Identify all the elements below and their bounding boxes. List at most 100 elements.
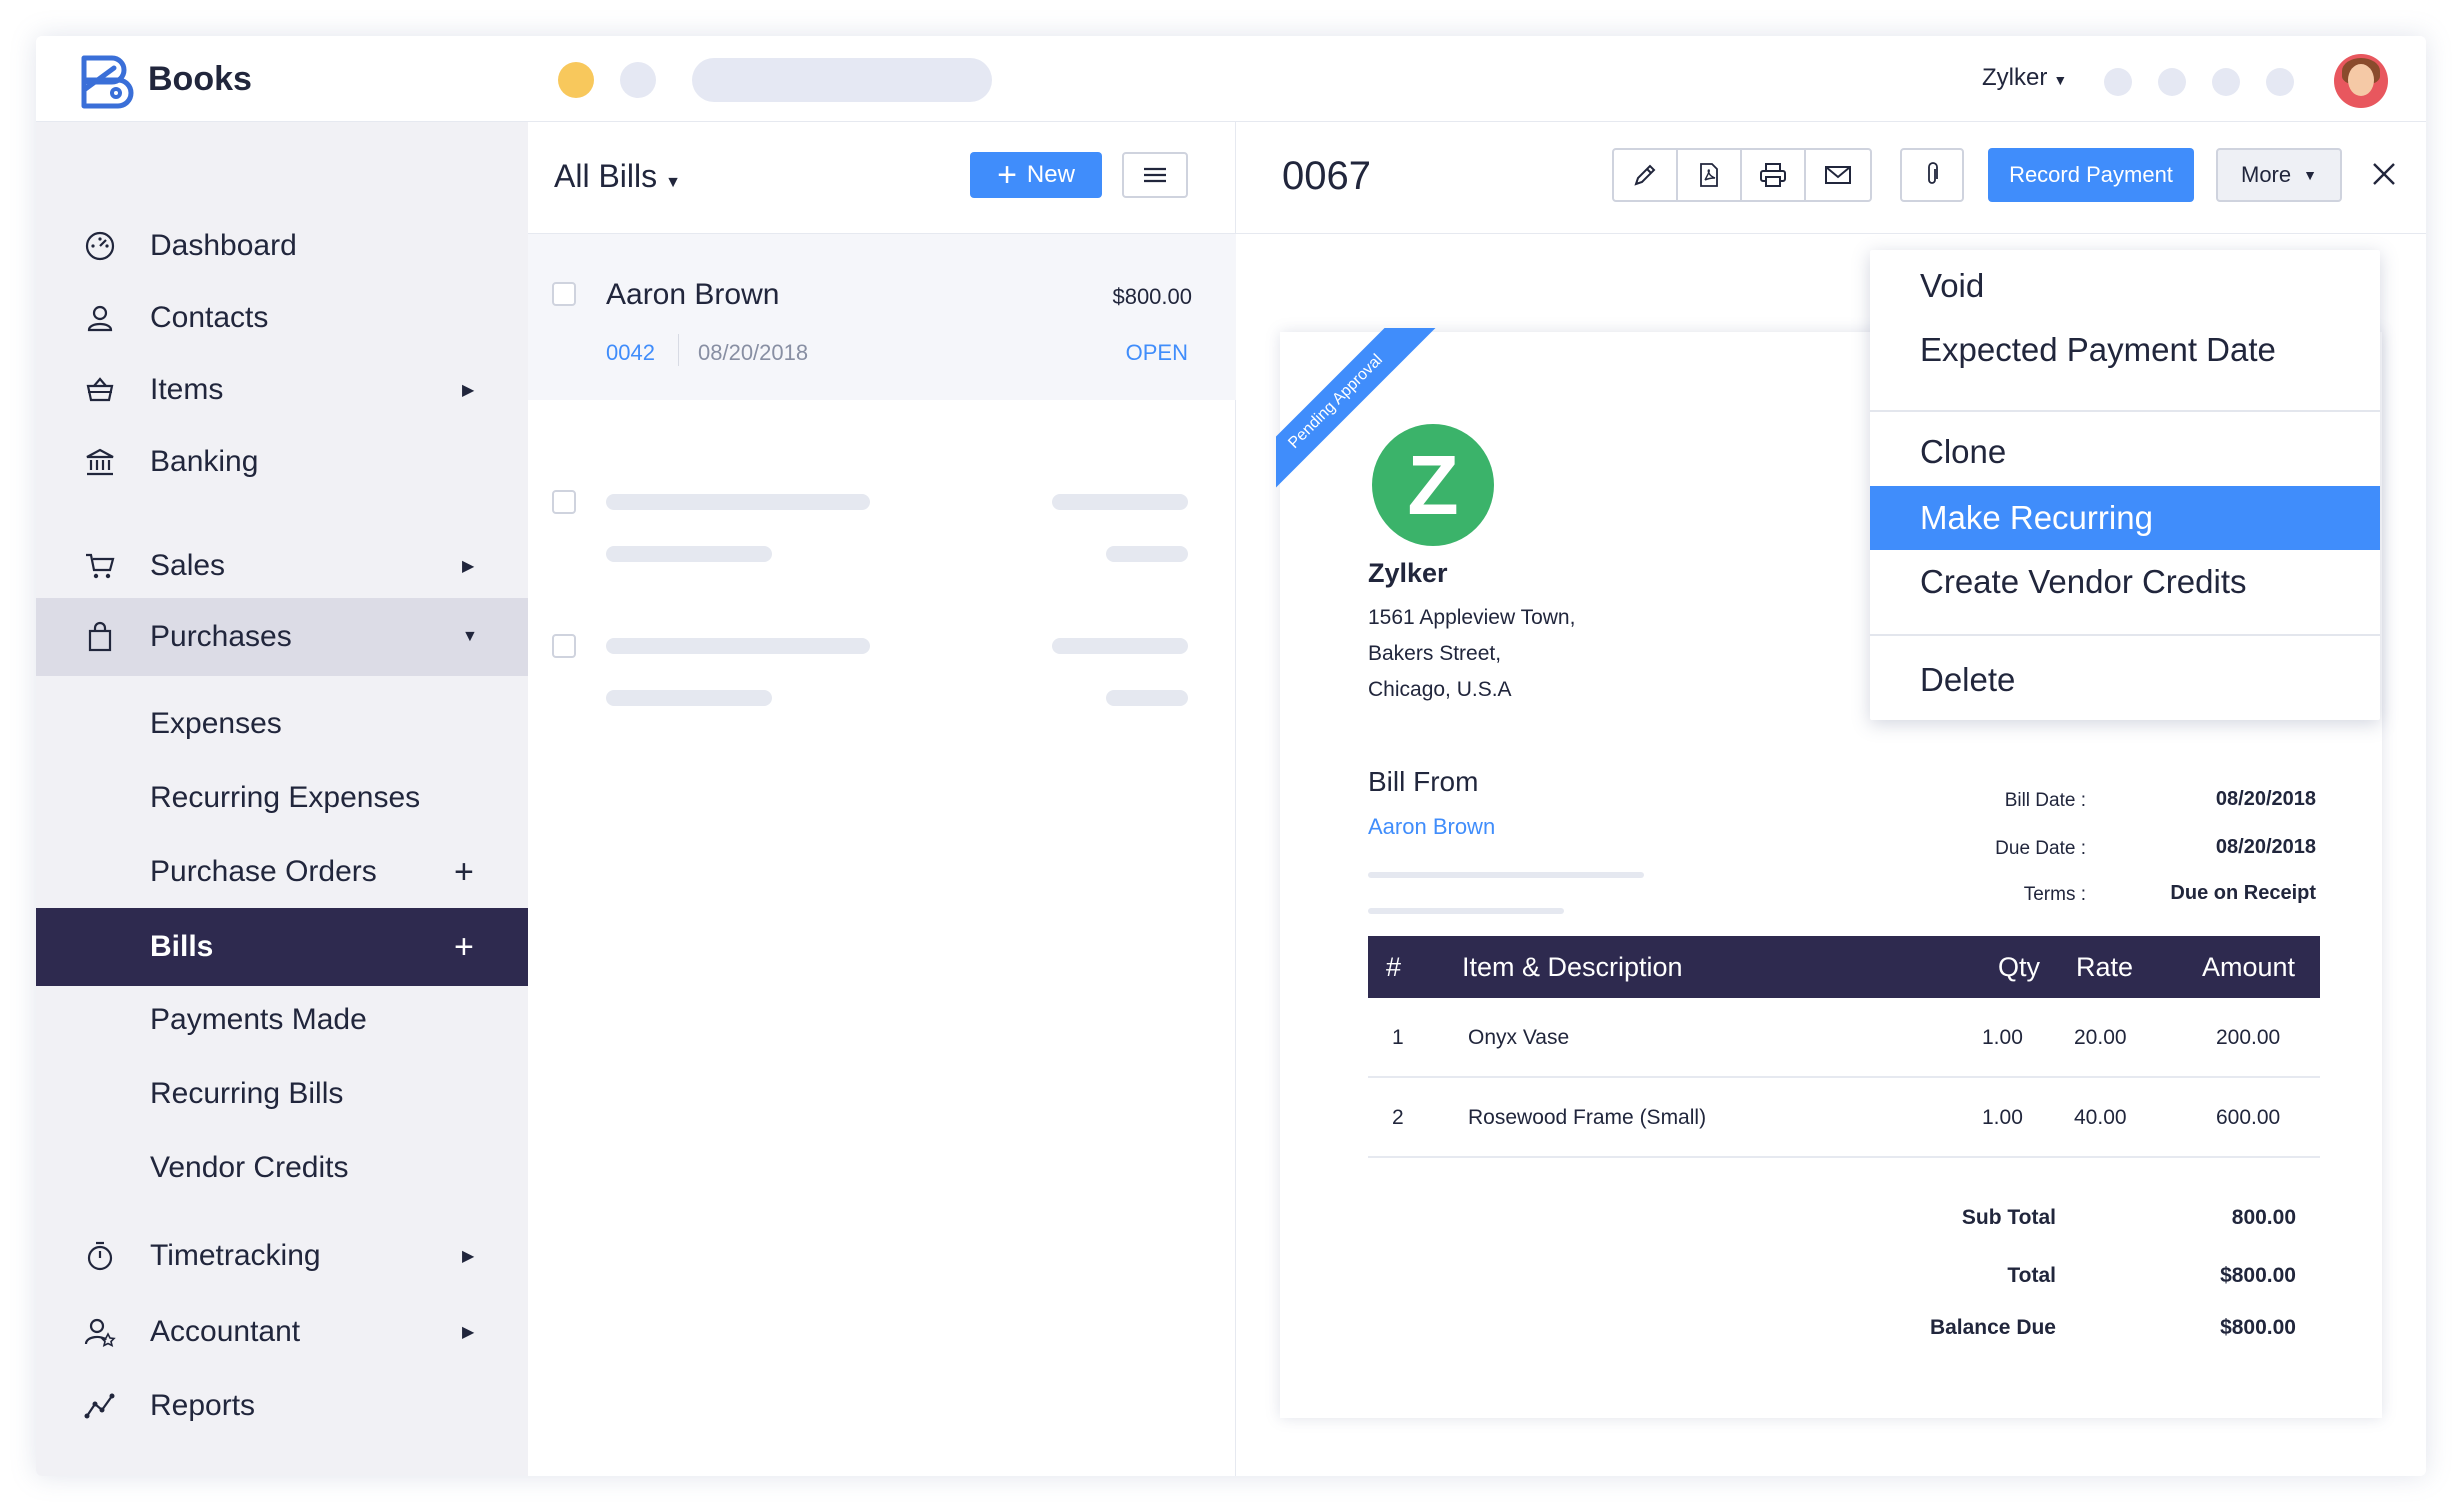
chevron-right-icon: ▶ bbox=[462, 382, 475, 399]
new-bill-button[interactable]: + New bbox=[970, 152, 1102, 198]
sidebar-item-timetracking[interactable]: Timetracking ▶ bbox=[36, 1220, 528, 1292]
sidebar-item-label: Reports bbox=[150, 1389, 256, 1422]
company-logo: Z bbox=[1372, 424, 1494, 546]
list-header: All Bills ▼ + New bbox=[528, 122, 1236, 234]
skeleton-line bbox=[1052, 638, 1188, 654]
subtotal-label: Sub Total bbox=[1961, 1206, 2056, 1229]
bill-from-vendor-link[interactable]: Aaron Brown bbox=[1368, 814, 1495, 840]
status-dot bbox=[558, 62, 594, 98]
menu-item-create-vendor-credits[interactable]: Create Vendor Credits bbox=[1870, 550, 2380, 614]
sidebar-item-label: Items bbox=[150, 373, 224, 406]
skeleton-line bbox=[606, 546, 772, 562]
sidebar-item-contacts[interactable]: Contacts bbox=[36, 282, 528, 354]
bill-date-value: 08/20/2018 bbox=[2215, 788, 2316, 810]
add-purchase-order-icon[interactable]: + bbox=[454, 853, 474, 892]
accountant-icon bbox=[82, 1314, 118, 1350]
balance-due-label: Balance Due bbox=[1929, 1316, 2056, 1339]
sidebar-item-reports[interactable]: Reports bbox=[36, 1370, 528, 1442]
chevron-right-icon: ▶ bbox=[462, 1248, 475, 1265]
sidebar-item-label: Banking bbox=[150, 445, 259, 478]
balance-due-value: $800.00 bbox=[2220, 1316, 2296, 1339]
row-rate: 40.00 bbox=[2074, 1106, 2127, 1129]
caret-down-icon: ▼ bbox=[2303, 167, 2317, 183]
sidebar-item-label: Dashboard bbox=[150, 229, 297, 262]
sidebar-item-banking[interactable]: Banking bbox=[36, 426, 528, 498]
topbar-icon-placeholder[interactable] bbox=[2158, 68, 2186, 96]
row-item: Onyx Vase bbox=[1468, 1026, 1570, 1049]
sidebar-item-label: Contacts bbox=[150, 301, 269, 334]
print-button[interactable] bbox=[1742, 150, 1806, 200]
items-table-header: # Item & Description Qty Rate Amount bbox=[1368, 936, 2320, 998]
detail-header: 0067 Record Payment More ▼ bbox=[1236, 122, 2426, 234]
menu-item-clone[interactable]: Clone bbox=[1870, 420, 2380, 484]
row-qty: 1.00 bbox=[1982, 1026, 2023, 1049]
menu-item-delete[interactable]: Delete bbox=[1870, 648, 2380, 712]
sidebar-item-items[interactable]: Items ▶ bbox=[36, 354, 528, 426]
row-num: 1 bbox=[1392, 1026, 1404, 1049]
sidebar-item-recurring-expenses[interactable]: Recurring Expenses bbox=[36, 762, 528, 834]
sidebar-item-sales[interactable]: Sales ▶ bbox=[36, 530, 528, 602]
chart-line-icon bbox=[82, 1388, 118, 1424]
edit-button[interactable] bbox=[1614, 150, 1678, 200]
attachment-button[interactable] bbox=[1900, 148, 1964, 202]
subtotal-value: 800.00 bbox=[2231, 1206, 2296, 1229]
status-dot bbox=[620, 62, 656, 98]
sidebar-item-label: Bills bbox=[150, 930, 214, 963]
books-logo-icon[interactable] bbox=[74, 50, 138, 114]
org-name: Zylker bbox=[1982, 64, 2048, 91]
add-bill-icon[interactable]: + bbox=[454, 928, 474, 967]
plus-icon: + bbox=[997, 156, 1017, 194]
list-menu-button[interactable] bbox=[1122, 152, 1188, 198]
bill-list-row[interactable]: Aaron Brown $800.00 0042 08/20/2018 OPEN bbox=[528, 234, 1236, 400]
skeleton-line bbox=[1052, 494, 1188, 510]
sidebar-item-label: Accountant bbox=[150, 1315, 301, 1348]
sidebar-item-expenses[interactable]: Expenses bbox=[36, 688, 528, 760]
chevron-right-icon: ▶ bbox=[462, 1324, 475, 1341]
sidebar-item-payments-made[interactable]: Payments Made bbox=[36, 984, 528, 1056]
search-bar[interactable] bbox=[692, 58, 992, 102]
app-name: Books bbox=[148, 60, 252, 98]
record-payment-button[interactable]: Record Payment bbox=[1988, 148, 2194, 202]
due-date-label: Due Date : bbox=[1995, 838, 2086, 859]
row-amount: 200.00 bbox=[2216, 1026, 2281, 1049]
topbar-icon-placeholder[interactable] bbox=[2212, 68, 2240, 96]
bill-view-filter[interactable]: All Bills ▼ bbox=[554, 158, 681, 195]
pdf-icon bbox=[1700, 163, 1718, 187]
sidebar-item-vendor-credits[interactable]: Vendor Credits bbox=[36, 1132, 528, 1204]
action-toolbar bbox=[1612, 148, 1872, 202]
sidebar-item-purchases[interactable]: Purchases ▼ bbox=[36, 598, 528, 676]
sidebar-item-accountant[interactable]: Accountant ▶ bbox=[36, 1296, 528, 1368]
more-button[interactable]: More ▼ bbox=[2216, 148, 2342, 202]
sidebar-item-label: Timetracking bbox=[150, 1239, 321, 1272]
topbar-icon-placeholder[interactable] bbox=[2104, 68, 2132, 96]
pdf-button[interactable] bbox=[1678, 150, 1742, 200]
menu-divider bbox=[1870, 410, 2380, 412]
bank-icon bbox=[82, 444, 118, 480]
row-checkbox[interactable] bbox=[552, 490, 576, 514]
printer-icon bbox=[1760, 163, 1786, 187]
sidebar-item-dashboard[interactable]: Dashboard bbox=[36, 210, 528, 282]
new-label: New bbox=[1026, 161, 1075, 188]
row-checkbox[interactable] bbox=[552, 634, 576, 658]
sidebar-item-purchase-orders[interactable]: Purchase Orders + bbox=[36, 836, 528, 908]
skeleton-line bbox=[606, 638, 870, 654]
bill-from-label: Bill From bbox=[1368, 766, 1479, 797]
more-label: More bbox=[2241, 162, 2292, 187]
org-switcher[interactable]: Zylker ▼ bbox=[1982, 64, 2067, 92]
col-qty: Qty bbox=[1998, 952, 2041, 982]
sidebar-item-recurring-bills[interactable]: Recurring Bills bbox=[36, 1058, 528, 1130]
topbar-icon-placeholder[interactable] bbox=[2266, 68, 2294, 96]
bill-number-link[interactable]: 0042 bbox=[606, 340, 655, 366]
menu-item-expected-payment-date[interactable]: Expected Payment Date bbox=[1870, 318, 2380, 382]
close-button[interactable] bbox=[2364, 152, 2404, 196]
basket-icon bbox=[82, 372, 118, 408]
menu-item-void[interactable]: Void bbox=[1870, 254, 2380, 318]
chevron-right-icon: ▶ bbox=[462, 558, 475, 575]
sidebar-item-bills[interactable]: Bills + bbox=[36, 908, 528, 986]
menu-item-make-recurring[interactable]: Make Recurring bbox=[1870, 486, 2380, 550]
bill-number-title: 0067 bbox=[1282, 154, 1371, 198]
more-actions-menu: Void Expected Payment Date Clone Make Re… bbox=[1870, 250, 2380, 720]
email-button[interactable] bbox=[1806, 150, 1870, 200]
row-checkbox[interactable] bbox=[552, 282, 576, 306]
user-avatar[interactable] bbox=[2334, 54, 2388, 108]
